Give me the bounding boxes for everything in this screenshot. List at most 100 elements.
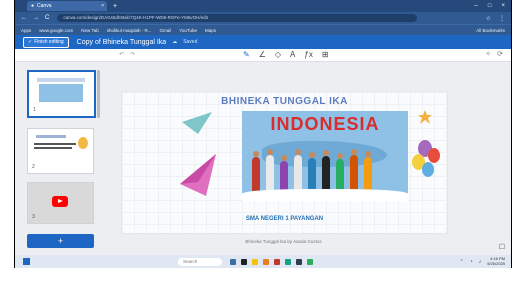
finish-editing-label: Finish editing [34, 39, 64, 45]
slide-thumbnail-3[interactable]: 3 [27, 182, 94, 224]
slide-thumbnail-2[interactable]: 2 [27, 128, 94, 174]
person-figure [266, 149, 274, 191]
minimize-button[interactable]: – [475, 3, 478, 9]
new-tab-button[interactable]: + [113, 3, 117, 10]
person-figure [364, 151, 372, 191]
indonesia-illustration: INDONESIA [242, 111, 408, 201]
bookmark-google[interactable]: www.google.com [39, 28, 73, 33]
wifi-icon[interactable]: ◔ [470, 259, 473, 265]
thumb-text [34, 147, 72, 149]
close-window-button[interactable]: × [501, 3, 505, 9]
redo-icon[interactable]: ↷ [130, 51, 135, 58]
add-slide-button[interactable]: + [27, 234, 94, 248]
back-button[interactable]: ← [21, 15, 27, 21]
person-figure [308, 152, 316, 191]
chrome-icon[interactable] [263, 258, 269, 265]
school-name: SMA NEGERI 1 PAYANGAN [245, 216, 324, 222]
thumb-balloon [78, 137, 88, 149]
fx-icon[interactable]: ƒx [304, 50, 312, 59]
thumb-heading [36, 135, 66, 138]
window-controls: – □ × [475, 3, 505, 9]
paper-plane-icon [182, 112, 212, 134]
tray-up-icon[interactable]: ⌃ [459, 259, 463, 265]
system-tray: ⌃ ◔ ♪ 4:16 PM 5/26/2025 [459, 256, 505, 266]
os-taskbar: Search ⌃ ◔ ♪ 4:16 PM 5/26/2025 [15, 255, 511, 268]
balloon-icon [422, 162, 434, 177]
saved-status: Saved [183, 39, 198, 45]
grid-icon[interactable]: ⊞ [322, 50, 329, 59]
task-view-icon[interactable] [241, 258, 247, 265]
paper-plane-icon [180, 154, 216, 196]
tab-title: Canva [37, 3, 52, 9]
text-icon[interactable]: A [290, 50, 295, 59]
slide-heading: BHINEKA TUNGGAL IKA [221, 96, 348, 107]
document-title[interactable]: Copy of Bhineka Tunggal Ika [77, 39, 167, 46]
person-figure [336, 153, 344, 191]
check-icon: ✓ [28, 39, 33, 45]
bookmarks-bar: Apps www.google.com New Tab sholikul-maq… [15, 24, 511, 35]
bookmark-apps[interactable]: Apps [21, 28, 31, 33]
magic-icon[interactable]: ✧ [485, 50, 491, 58]
youtube-play-icon [52, 196, 68, 207]
person-figure [252, 151, 260, 191]
editor-canvas: BHINEKA TUNGGAL IKA INDONESIA SMA NEGERI… [105, 62, 511, 255]
person-figure [294, 149, 302, 191]
thumb-image [39, 84, 83, 102]
all-bookmarks[interactable]: All Bookmarks [476, 28, 505, 33]
undo-icon[interactable]: ↶ [119, 51, 124, 58]
star-decoration-icon [418, 110, 432, 124]
star-icon[interactable]: ☆ [486, 15, 491, 22]
reload-button[interactable]: C [45, 15, 49, 21]
tab-favicon: ● [31, 3, 35, 9]
taskbar-search[interactable]: Search [178, 257, 222, 266]
cloud-icon: ☁ [172, 39, 178, 45]
person-figure [350, 149, 358, 191]
comment-icon[interactable]: ☐ [499, 243, 505, 251]
sidebar-scrollbar[interactable] [97, 70, 100, 118]
browser-tab[interactable]: ● Canva × [27, 1, 107, 11]
person-figure [280, 155, 288, 191]
slide-number-2: 2 [32, 164, 35, 170]
highlighter-icon[interactable]: ∠ [259, 50, 266, 59]
slide-number-3: 3 [32, 214, 35, 220]
slide-sidebar: 1 2 3 + [15, 62, 105, 255]
bookmark-new-tab[interactable]: New Tab [81, 28, 98, 33]
clock[interactable]: 4:16 PM 5/26/2025 [487, 256, 505, 266]
bookmark-gmail[interactable]: Gmail [160, 28, 172, 33]
thumb-heading [37, 78, 85, 82]
balloon-icon [428, 148, 440, 163]
bookmark-sholikul[interactable]: sholikul-maqolah - R... [107, 28, 152, 33]
slide-thumbnail-1[interactable]: 1 [27, 70, 96, 118]
file-explorer-icon[interactable] [252, 258, 258, 265]
edge-icon[interactable] [285, 258, 291, 265]
volume-icon[interactable]: ♪ [479, 259, 482, 265]
browser-tab-bar: ● Canva × + – □ × [15, 0, 511, 12]
eraser-icon[interactable]: ◇ [275, 50, 281, 59]
maximize-button[interactable]: □ [488, 3, 492, 9]
slide-page[interactable]: BHINEKA TUNGGAL IKA INDONESIA SMA NEGERI… [121, 91, 448, 234]
taskbar-apps [230, 258, 313, 265]
slide-caption: Bhineka Tunggal Ika by Aanda Gustos [245, 239, 322, 244]
person-figure [322, 150, 330, 191]
finish-editing-button[interactable]: ✓ Finish editing [23, 36, 69, 48]
windows-start-icon[interactable] [23, 258, 30, 265]
store-icon[interactable] [296, 258, 302, 265]
date-text: 5/26/2025 [487, 260, 505, 266]
thumb-text [34, 143, 76, 145]
cloud-shape [242, 189, 408, 201]
tab-close-icon[interactable]: × [101, 3, 104, 9]
share-icon[interactable]: ⟳ [497, 50, 503, 58]
bookmark-maps[interactable]: Maps [205, 28, 216, 33]
pen-icon[interactable]: ✎ [243, 50, 250, 59]
url-field[interactable]: canva.com/design/DAGs5dh9tak/7Q4K-H1PF-W… [57, 14, 418, 22]
slide-number-1: 1 [33, 107, 36, 113]
widgets-icon[interactable] [230, 258, 236, 265]
app-header: ✓ Finish editing Copy of Bhineka Tunggal… [15, 35, 511, 49]
app-icon[interactable] [307, 258, 313, 265]
indonesia-banner: INDONESIA [270, 114, 380, 134]
forward-button[interactable]: → [33, 15, 39, 21]
app-icon[interactable] [274, 258, 280, 265]
bookmark-youtube[interactable]: YouTube [179, 28, 197, 33]
menu-icon[interactable]: ⋮ [499, 15, 505, 22]
screen-frame: ● Canva × + – □ × ← → C canva.com/design… [14, 0, 512, 268]
